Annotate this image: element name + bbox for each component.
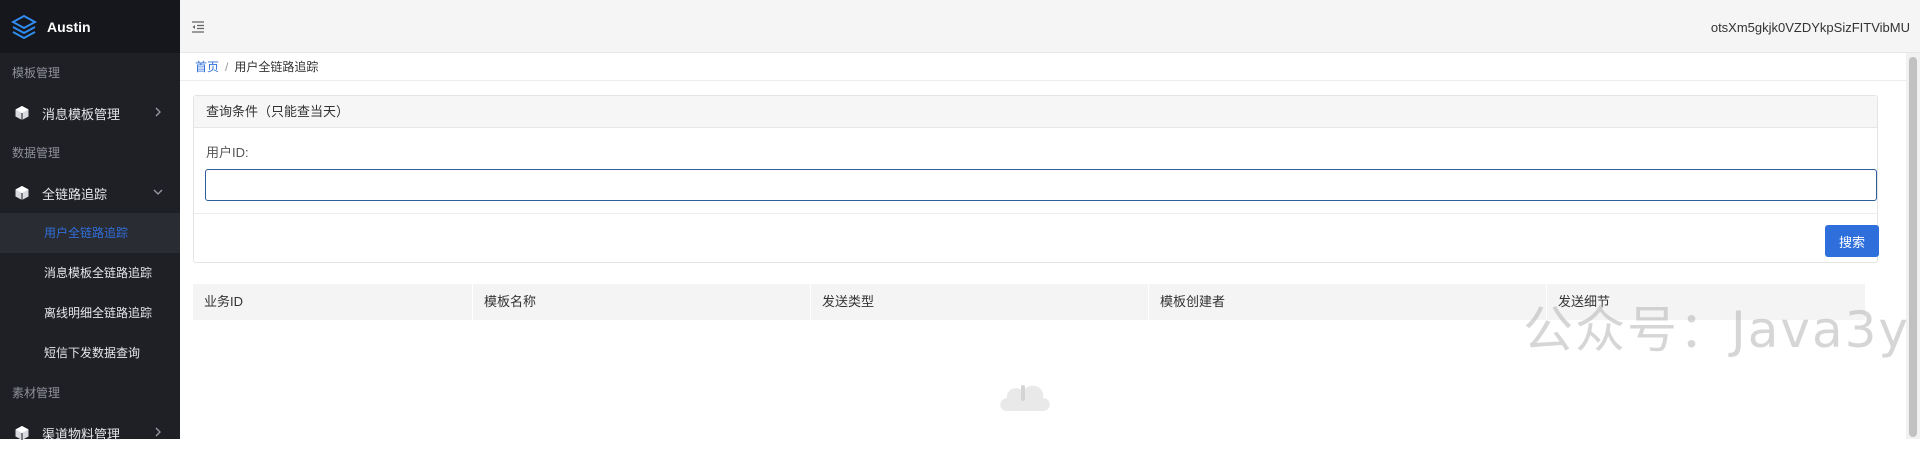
- column-header-send-type[interactable]: 发送类型: [811, 284, 1149, 320]
- vertical-scrollbar[interactable]: [1906, 53, 1920, 439]
- main-content: 首页 / 用户全链路追踪 查询条件（只能查当天） 用户ID: 搜索 业务ID 模板名…: [180, 53, 1906, 439]
- user-id-input[interactable]: [205, 169, 1877, 201]
- user-name[interactable]: otsXm5gkjk0VZDYkpSizFITVibMU: [1711, 20, 1910, 35]
- query-panel: 查询条件（只能查当天） 用户ID: 搜索: [193, 95, 1878, 263]
- empty-cloud-icon: [995, 371, 1055, 413]
- cube-icon: [14, 185, 30, 201]
- cube-icon: [14, 105, 30, 121]
- brand[interactable]: Austin: [0, 0, 180, 53]
- top-header: otsXm5gkjk0VZDYkpSizFITVibMU: [180, 0, 1920, 53]
- sidebar-item-sms-query[interactable]: 短信下发数据查询: [0, 333, 180, 373]
- user-id-label: 用户ID:: [206, 142, 249, 161]
- sidebar: Austin 模板管理 消息模板管理 数据管理 全链路追踪 用户全链路追踪 消息…: [0, 0, 180, 439]
- menu-item-template-mgmt[interactable]: 消息模板管理: [0, 93, 180, 133]
- column-header-business-id[interactable]: 业务ID: [193, 284, 473, 320]
- breadcrumb-home-link[interactable]: 首页: [195, 60, 219, 74]
- breadcrumb-separator: /: [225, 60, 228, 74]
- chevron-right-icon: [152, 426, 164, 438]
- menu-item-trace[interactable]: 全链路追踪: [0, 173, 180, 213]
- breadcrumb: 首页 / 用户全链路追踪: [180, 53, 1906, 81]
- app-name: Austin: [47, 19, 91, 35]
- scrollbar-thumb[interactable]: [1909, 57, 1917, 437]
- group-title-template: 模板管理: [0, 53, 180, 93]
- sidebar-item-offline-trace[interactable]: 离线明细全链路追踪: [0, 293, 180, 333]
- panel-divider: [194, 213, 1877, 214]
- chevron-right-icon: [152, 106, 164, 118]
- menu-collapse-icon[interactable]: [191, 20, 205, 34]
- sidebar-item-template-trace[interactable]: 消息模板全链路追踪: [0, 253, 180, 293]
- query-panel-title: 查询条件（只能查当天）: [194, 96, 1877, 128]
- sidebar-item-user-trace[interactable]: 用户全链路追踪: [0, 213, 180, 253]
- menu-label: 消息模板管理: [42, 104, 120, 123]
- column-header-template-creator[interactable]: 模板创建者: [1149, 284, 1547, 320]
- menu-item-channel-material[interactable]: 渠道物料管理: [0, 413, 180, 453]
- layers-logo-icon: [11, 14, 37, 40]
- search-button[interactable]: 搜索: [1825, 225, 1879, 257]
- group-title-material: 素材管理: [0, 373, 180, 413]
- menu-label: 渠道物料管理: [42, 424, 120, 443]
- chevron-down-icon: [152, 186, 164, 198]
- column-header-template-name[interactable]: 模板名称: [473, 284, 811, 320]
- group-title-data: 数据管理: [0, 133, 180, 173]
- breadcrumb-current: 用户全链路追踪: [234, 60, 318, 74]
- menu-label: 全链路追踪: [42, 184, 107, 203]
- watermark-text: 公众号：Java3y: [1523, 290, 1910, 362]
